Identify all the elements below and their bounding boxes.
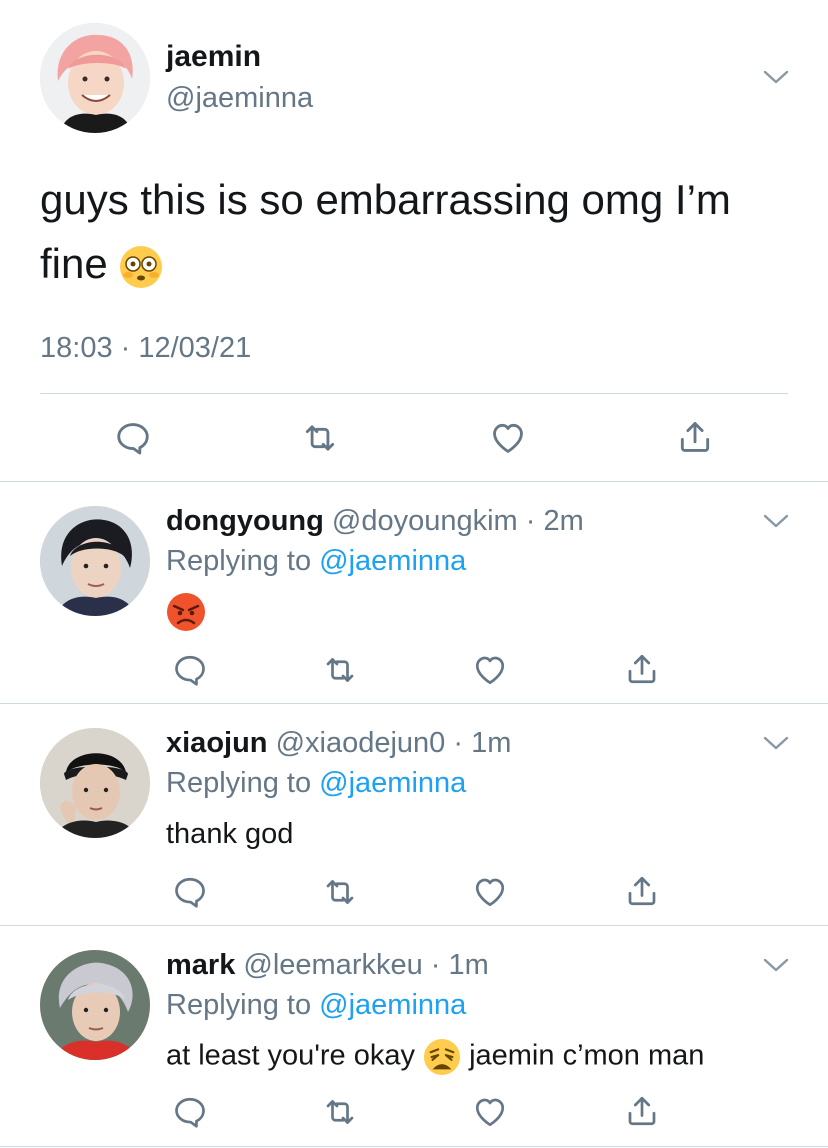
avatar-image: [40, 728, 150, 838]
replying-to-line: Replying to @jaeminna: [166, 767, 466, 800]
reply-header: mark @leemarkkeu · 1m: [166, 949, 489, 982]
replying-to-link[interactable]: @jaeminna: [319, 767, 466, 799]
heart-icon[interactable]: [489, 419, 527, 457]
author-name[interactable]: jaemin: [166, 40, 261, 74]
reply-icon[interactable]: [114, 419, 152, 457]
avatar[interactable]: [40, 950, 150, 1060]
author-name[interactable]: dongyoung: [166, 505, 324, 537]
author-name[interactable]: mark: [166, 949, 235, 981]
heart-icon[interactable]: [472, 1094, 508, 1130]
tweet-text-line-2-text: fine: [40, 240, 108, 287]
reply-tweet: xiaojun @xiaodejun0 · 1m Replying to @ja…: [0, 704, 828, 926]
reply-header: dongyoung @doyoungkim · 2m: [166, 505, 584, 538]
author-handle[interactable]: @doyoungkim: [332, 505, 518, 537]
reply-text: at least you're okay jaemin c’mon man: [166, 1038, 704, 1076]
retweet-icon[interactable]: [322, 874, 358, 910]
tweet-text-line-1: guys this is so embarrassing omg I’m: [40, 176, 731, 223]
avatar-image: [40, 950, 150, 1060]
reply-text-before: at least you're okay: [166, 1039, 415, 1072]
reply-header: xiaojun @xiaodejun0 · 1m: [166, 727, 511, 760]
tweet-timestamp[interactable]: 18:03 · 12/03/21: [40, 332, 251, 365]
tweet-text: guys this is so embarrassing omg I’m fin…: [40, 168, 780, 296]
flushed-face-emoji: [119, 245, 163, 289]
divider: [40, 393, 788, 394]
divider: [0, 1146, 828, 1147]
main-tweet: jaemin @jaeminna guys this is so embarra…: [0, 0, 828, 482]
chevron-down-icon[interactable]: [762, 512, 790, 530]
avatar[interactable]: [40, 23, 150, 133]
replying-to-line: Replying to @jaeminna: [166, 545, 466, 578]
reply-time[interactable]: · 1m: [453, 727, 511, 759]
reply-tweet: mark @leemarkkeu · 1m Replying to @jaemi…: [0, 926, 828, 1148]
author-handle[interactable]: @leemarkkeu: [243, 949, 422, 981]
replying-prefix: Replying to: [166, 767, 312, 799]
author-handle[interactable]: @jaeminna: [166, 82, 313, 115]
author-name[interactable]: xiaojun: [166, 727, 268, 759]
avatar-image: [40, 23, 150, 133]
share-icon[interactable]: [624, 1093, 660, 1129]
replying-to-link[interactable]: @jaeminna: [319, 545, 466, 577]
retweet-icon[interactable]: [322, 652, 358, 688]
tweet-text-line-2: fine: [40, 232, 780, 296]
share-icon[interactable]: [624, 651, 660, 687]
chevron-down-icon[interactable]: [762, 956, 790, 974]
angry-face-emoji: [166, 592, 206, 632]
replying-prefix: Replying to: [166, 989, 312, 1021]
avatar[interactable]: [40, 728, 150, 838]
chevron-down-icon[interactable]: [762, 68, 790, 86]
retweet-icon[interactable]: [301, 419, 339, 457]
share-icon[interactable]: [624, 873, 660, 909]
heart-icon[interactable]: [472, 652, 508, 688]
reply-text-after: jaemin c’mon man: [469, 1039, 705, 1072]
reply-icon[interactable]: [172, 874, 208, 910]
replying-to-link[interactable]: @jaeminna: [319, 989, 466, 1021]
reply-text: thank god: [166, 818, 294, 850]
share-icon[interactable]: [676, 418, 714, 456]
avatar-image: [40, 506, 150, 616]
heart-icon[interactable]: [472, 874, 508, 910]
reply-icon[interactable]: [172, 652, 208, 688]
weary-face-emoji: [423, 1038, 461, 1076]
reply-time[interactable]: · 1m: [431, 949, 489, 981]
replying-to-line: Replying to @jaeminna: [166, 989, 466, 1022]
reply-tweet: dongyoung @doyoungkim · 2m Replying to @…: [0, 482, 828, 704]
reply-icon[interactable]: [172, 1094, 208, 1130]
replying-prefix: Replying to: [166, 545, 312, 577]
author-handle[interactable]: @xiaodejun0: [276, 727, 446, 759]
avatar[interactable]: [40, 506, 150, 616]
reply-time[interactable]: · 2m: [526, 505, 584, 537]
retweet-icon[interactable]: [322, 1094, 358, 1130]
chevron-down-icon[interactable]: [762, 734, 790, 752]
reply-text: [166, 592, 206, 632]
